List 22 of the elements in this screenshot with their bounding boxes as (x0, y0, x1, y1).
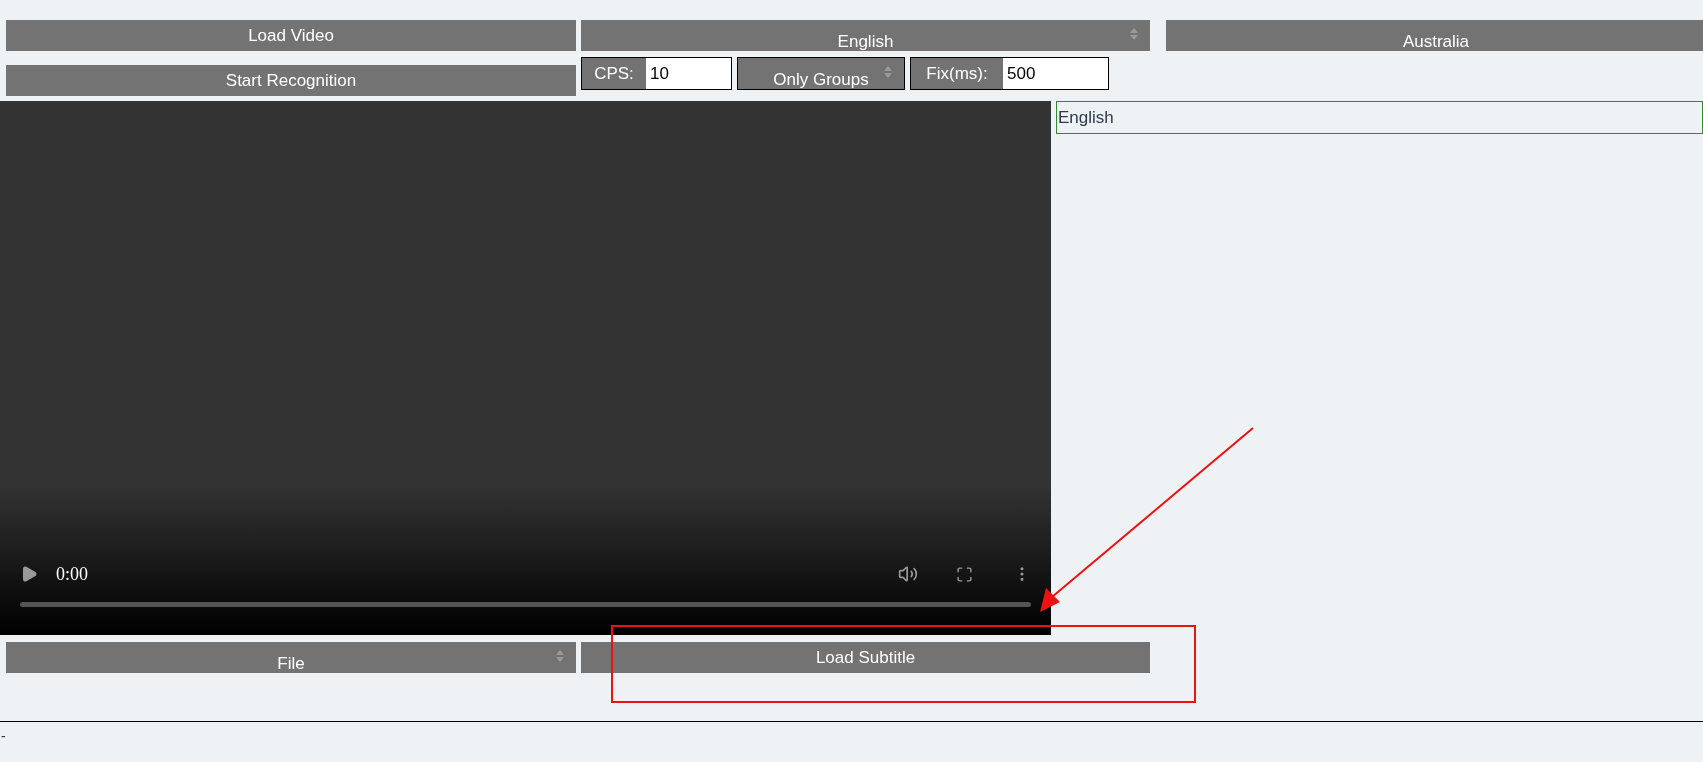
load-video-button[interactable]: Load Video (6, 20, 576, 51)
video-player[interactable]: 0:00 (0, 101, 1051, 635)
load-subtitle-button[interactable]: Load Subtitle (581, 642, 1150, 673)
start-recognition-button[interactable]: Start Recognition (6, 65, 576, 96)
sort-arrows-icon (556, 650, 564, 662)
time-display: 0:00 (56, 562, 88, 586)
sort-arrows-icon (884, 66, 892, 78)
fix-field[interactable]: Fix(ms): 500 (910, 57, 1109, 90)
field-label: Fix(ms): (911, 58, 1003, 89)
status-text: - (0, 727, 6, 746)
results-panel: English (1056, 101, 1703, 134)
progress-track[interactable] (20, 602, 1031, 607)
mode-select[interactable]: Only Groups (737, 57, 905, 90)
sort-arrows-icon (1130, 28, 1138, 40)
fullscreen-icon[interactable] (956, 565, 973, 583)
language-select[interactable]: English (581, 20, 1150, 51)
source-select[interactable]: File (6, 642, 576, 673)
play-icon[interactable] (20, 565, 38, 583)
volume-icon[interactable] (898, 564, 918, 584)
cps-field[interactable]: CPS: 10 (581, 57, 732, 90)
field-label: CPS: (582, 58, 646, 89)
region-select[interactable]: Australia (1166, 20, 1703, 51)
